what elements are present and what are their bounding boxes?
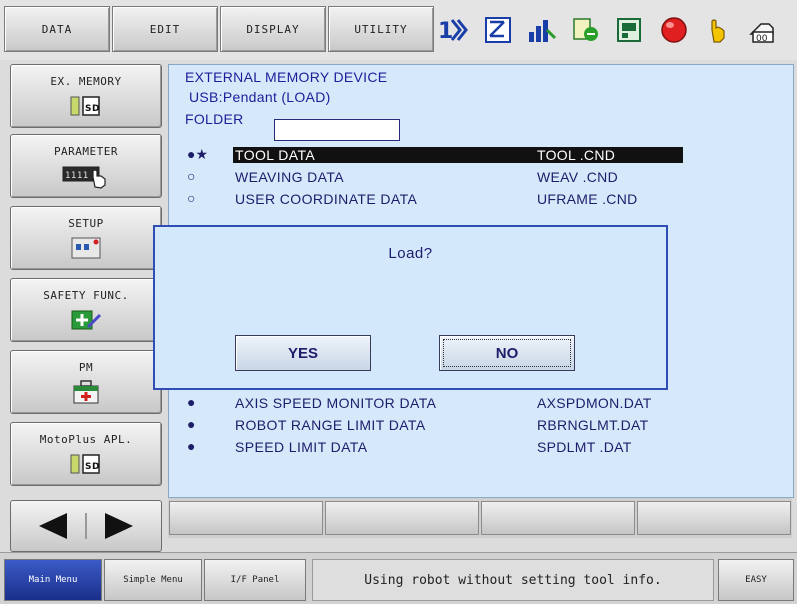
folder-field[interactable] <box>274 119 400 141</box>
list-item[interactable]: ● AXIS SPEED MONITOR DATA AXSPDMON.DAT <box>183 393 683 413</box>
sidebar-item-pm[interactable]: PM <box>10 350 162 414</box>
key-icon[interactable]: 00 <box>746 14 778 46</box>
arrow-left-icon[interactable] <box>33 509 73 543</box>
list-item[interactable]: ○ USER COORDINATE DATA UFRAME .CND <box>183 189 683 209</box>
sidebar-item-motoplus-apl[interactable]: MotoPlus APL. SD <box>10 422 162 486</box>
list-item[interactable]: ● ROBOT RANGE LIMIT DATA RBRNGLMT.DAT <box>183 415 683 435</box>
folder-label: FOLDER <box>185 111 244 127</box>
item-file: RBRNGLMT.DAT <box>537 417 649 433</box>
list-item[interactable]: ●★ TOOL DATA TOOL .CND <box>183 145 683 165</box>
sidebar-item-label: MotoPlus APL. <box>39 432 133 446</box>
if-panel-button[interactable]: I/F Panel <box>204 559 306 601</box>
item-name: WEAVING DATA <box>235 169 345 185</box>
yes-button[interactable]: YES <box>235 335 371 371</box>
svg-text:SD: SD <box>85 462 100 472</box>
list-item[interactable]: ● SPEED LIMIT DATA SPDLMT .DAT <box>183 437 683 457</box>
job-icon[interactable] <box>570 14 602 46</box>
edit-icon[interactable] <box>482 14 514 46</box>
item-file: TOOL .CND <box>537 147 683 163</box>
sidebar-item-label: EX. MEMORY <box>50 74 122 88</box>
sidebar-item-label: SETUP <box>68 216 104 230</box>
status-message: Using robot without setting tool info. <box>312 559 714 601</box>
function-key-4[interactable] <box>637 501 791 535</box>
sidebar-item-label: PARAMETER <box>53 144 119 158</box>
item-file: UFRAME .CND <box>537 191 638 207</box>
sidebar-item-label: PM <box>78 360 94 374</box>
panel-icon[interactable] <box>614 14 646 46</box>
svg-text:1: 1 <box>438 19 453 44</box>
sidebar-item-setup[interactable]: SETUP <box>10 206 162 270</box>
item-name: TOOL DATA <box>233 147 537 163</box>
item-name: SPEED LIMIT DATA <box>235 439 368 455</box>
item-name: AXIS SPEED MONITOR DATA <box>235 395 437 411</box>
hand-icon[interactable] <box>702 14 734 46</box>
sidebar-item-safety-func[interactable]: SAFETY FUNC. <box>10 278 162 342</box>
sd-card-icon: SD <box>69 94 103 118</box>
side-menu: EX. MEMORY SD PARAMETER 1111 SETUP SAFET… <box>6 60 166 535</box>
bottom-bar: Main Menu Simple Menu I/F Panel Using ro… <box>0 552 797 604</box>
sidebar-item-label: SAFETY FUNC. <box>43 288 129 302</box>
chart-icon[interactable] <box>526 14 558 46</box>
menu-data-button[interactable]: DATA <box>4 6 110 52</box>
menu-utility-button[interactable]: UTILITY <box>328 6 434 52</box>
item-file: WEAV .CND <box>537 169 618 185</box>
cycle-icon[interactable]: 1 <box>438 14 470 46</box>
status-icon-bar: 1 00 <box>438 10 778 50</box>
item-name: ROBOT RANGE LIMIT DATA <box>235 417 426 433</box>
sidebar-item-parameter[interactable]: PARAMETER 1111 <box>10 134 162 198</box>
item-file: AXSPDMON.DAT <box>537 395 652 411</box>
easy-button[interactable]: EASY <box>718 559 794 601</box>
dialog-title: Load? <box>388 245 433 262</box>
empty-circle-icon: ○ <box>187 190 196 206</box>
alarm-icon[interactable] <box>658 14 690 46</box>
function-key-1[interactable] <box>169 501 323 535</box>
arrow-right-icon[interactable] <box>99 509 139 543</box>
filled-circle-icon: ● <box>187 394 196 410</box>
arrow-divider-icon <box>85 513 87 539</box>
no-button[interactable]: NO <box>439 335 575 371</box>
device-label: USB:Pendant (LOAD) <box>189 89 331 105</box>
function-key-3[interactable] <box>481 501 635 535</box>
page-title: EXTERNAL MEMORY DEVICE <box>185 69 388 85</box>
setup-icon <box>69 236 103 260</box>
first-aid-icon <box>70 379 102 404</box>
selected-star-icon: ●★ <box>187 146 209 162</box>
item-file: SPDLMT .DAT <box>537 439 632 455</box>
menu-edit-button[interactable]: EDIT <box>112 6 218 52</box>
confirm-dialog: Load? YES NO <box>153 225 668 390</box>
parameter-hand-icon: 1111 <box>61 164 111 189</box>
svg-text:00: 00 <box>756 34 768 44</box>
svg-text:1111: 1111 <box>65 171 89 181</box>
filled-circle-icon: ● <box>187 438 196 454</box>
menu-display-button[interactable]: DISPLAY <box>220 6 326 52</box>
simple-menu-button[interactable]: Simple Menu <box>104 559 202 601</box>
top-menu-bar: DATA EDIT DISPLAY UTILITY 1 00 <box>0 0 797 60</box>
page-arrows[interactable] <box>10 500 162 552</box>
list-item[interactable]: ○ WEAVING DATA WEAV .CND <box>183 167 683 187</box>
sidebar-item-ex-memory[interactable]: EX. MEMORY SD <box>10 64 162 128</box>
main-menu-button[interactable]: Main Menu <box>4 559 102 601</box>
function-key-bar <box>168 498 792 538</box>
svg-text:SD: SD <box>85 104 100 114</box>
item-name: USER COORDINATE DATA <box>235 191 418 207</box>
safety-icon <box>68 308 104 332</box>
function-key-2[interactable] <box>325 501 479 535</box>
sd-card-icon: SD <box>69 452 103 476</box>
filled-circle-icon: ● <box>187 416 196 432</box>
empty-circle-icon: ○ <box>187 168 196 184</box>
